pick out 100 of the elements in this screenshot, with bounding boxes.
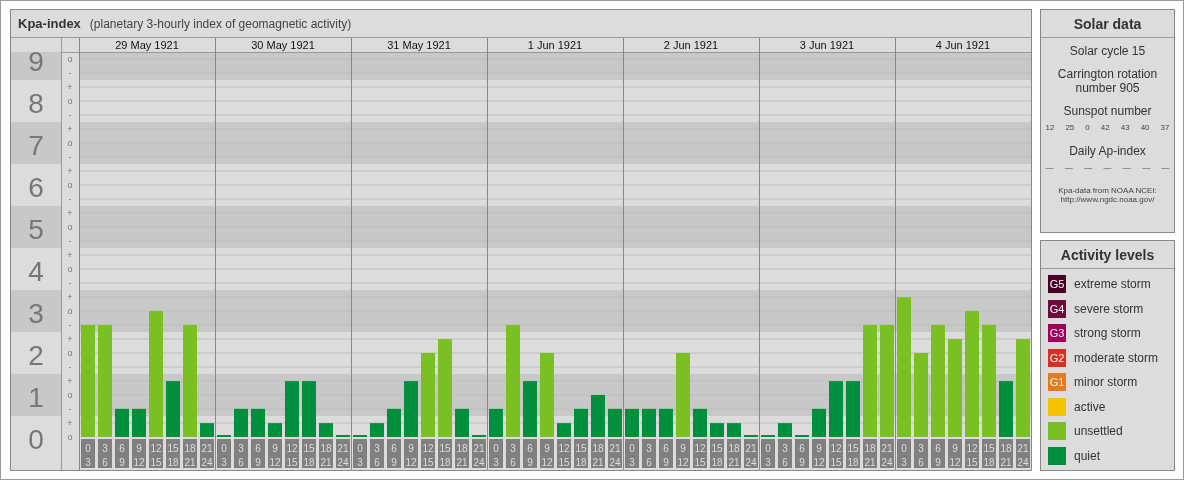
time-slot-label: 9 12 [676,439,690,468]
sunspot-value: 0 [1085,123,1090,132]
ap-index-heading: Daily Ap-index [1068,144,1147,158]
ap-index-value: — [1084,163,1093,172]
sunspot-value: 12 [1045,123,1055,132]
panel-title: Solar data [1041,10,1174,38]
time-slot-label: 12 15 [557,439,571,468]
kp-bar [557,423,571,437]
time-slot-label: 0 3 [489,439,503,468]
kp-bar [812,408,826,437]
time-slot-label: 9 12 [404,439,418,468]
x-tick-label: 0 3 [901,443,908,468]
chart-title: Kpa-index [18,16,81,31]
ap-index-value: — [1103,163,1112,172]
axis-label: 2 [28,340,44,371]
kp-bar [523,381,537,437]
x-tick-label: 18 21 [592,443,604,468]
kp-bar [710,423,724,437]
time-slot-label: 0 3 [353,439,367,468]
x-tick-label: 3 6 [918,443,925,468]
x-tick-label: 12 15 [966,443,978,468]
axis-tick-label: - [68,320,72,330]
axis-tick-label: + [67,208,73,218]
level-swatch: G3 [1048,324,1066,342]
kp-bar [115,408,129,437]
x-tick-label: 15 18 [167,443,179,468]
axis-tick-label: o [67,54,73,64]
level-label: severe storm [1074,301,1144,316]
time-slot-label: 15 18 [710,439,724,468]
axis-label: 5 [28,214,44,245]
x-tick-label: 18 21 [184,443,196,468]
axis-label: 3 [28,298,44,329]
axis-tick-label: - [68,404,72,414]
time-slot-label: 3 6 [506,439,520,468]
time-slot-label: 3 6 [778,439,792,468]
axis-tick-label: - [68,110,72,120]
source-url: http://www.ngdc.noaa.gov/ [1060,195,1155,204]
kp-bar [659,408,673,437]
x-tick-label: 0 3 [765,443,772,468]
axis-label: 6 [28,172,44,203]
time-slot-label: 12 15 [829,439,843,468]
x-tick-label: 6 9 [935,443,942,468]
time-slot-label: 0 3 [217,439,231,468]
kp-bar [608,408,622,437]
x-tick-label: 9 12 [133,443,145,468]
time-slot-label: 9 12 [948,439,962,468]
kp-bar [132,408,146,437]
x-tick-label: 15 18 [847,443,859,468]
axis-label: 1 [28,382,44,413]
x-tick-label: 3 6 [646,443,653,468]
x-tick-label: 18 21 [864,443,876,468]
ap-index-value: — [1064,163,1073,172]
sunspot-heading: Sunspot number [1062,104,1153,118]
time-slot-label: 12 15 [693,439,707,468]
time-slot-label: 21 24 [336,439,350,468]
ap-index-value: — [1122,163,1131,172]
ap-index-value: — [1045,163,1054,172]
kp-bar [591,395,605,437]
time-slot-label: 21 24 [608,439,622,468]
chart-subtitle: (planetary 3-hourly index of geomagnetic activity) [89,16,352,31]
ap-index-value: — [1142,163,1151,172]
time-slot-label: 6 9 [523,439,537,468]
axis-tick-label: + [67,250,73,260]
kp-bar [285,381,299,437]
axis-tick-label: + [67,166,73,176]
time-slot-label: 18 21 [319,439,333,468]
time-slot-label: 15 18 [438,439,452,468]
kp-bar [200,423,214,437]
axis-tick-label: - [68,362,72,372]
time-slot-label: 21 24 [472,439,486,468]
x-tick-label: 0 3 [357,443,364,468]
level-label: quiet [1074,448,1101,463]
kp-bar [625,408,639,437]
time-slot-label: 0 3 [81,439,95,468]
sunspot-value: 25 [1065,123,1075,132]
x-tick-label: 21 24 [745,443,757,468]
time-slot-label: 12 15 [285,439,299,468]
x-tick-label: 9 12 [813,443,825,468]
axis-tick-label: + [67,334,73,344]
kp-bar [166,381,180,437]
date-label: 4 Jun 1921 [935,39,991,51]
axis-tick-label: o [67,180,73,190]
axis-tick-label: o [67,264,73,274]
x-tick-label: 18 21 [456,443,468,468]
x-tick-label: 6 9 [255,443,262,468]
x-tick-label: 3 6 [374,443,381,468]
kp-bar [404,381,418,437]
x-tick-label: 21 24 [609,443,621,468]
time-slot-label: 6 9 [931,439,945,468]
time-slot-label: 0 3 [625,439,639,468]
axis-tick-label: + [67,82,73,92]
time-slot-label: 21 24 [200,439,214,468]
axis-label: 9 [28,46,44,77]
x-tick-label: 9 12 [949,443,961,468]
time-slot-label: 3 6 [234,439,248,468]
x-tick-label: 0 3 [85,443,92,468]
x-tick-label: 9 12 [677,443,689,468]
kp-bar [829,381,843,437]
level-swatch: G2 [1048,348,1066,367]
axis-tick-label: + [67,376,73,386]
